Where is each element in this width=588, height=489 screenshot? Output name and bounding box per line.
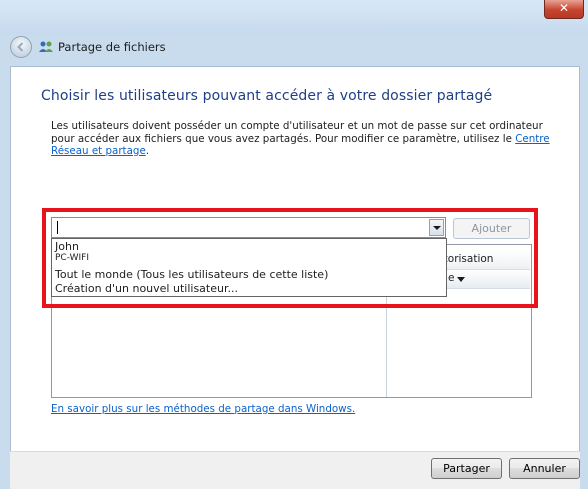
description-text: Les utilisateurs doivent posséder un com… <box>51 120 551 158</box>
back-arrow-icon <box>17 42 24 52</box>
close-button[interactable]: ✕ <box>544 0 584 19</box>
users-share-icon <box>39 41 53 52</box>
share-button[interactable]: Partager <box>431 458 502 479</box>
description-body: Les utilisateurs doivent posséder un com… <box>51 120 543 145</box>
file-sharing-window: ✕ Partage de fichiers Choisir les utilis… <box>0 0 588 489</box>
description-end: . <box>145 145 150 157</box>
back-button[interactable] <box>10 36 32 58</box>
cancel-button[interactable]: Annuler <box>509 458 580 479</box>
window-title: Partage de fichiers <box>58 40 166 54</box>
window-frame-edge <box>580 34 588 489</box>
sharing-methods-link[interactable]: En savoir plus sur les méthodes de parta… <box>51 403 355 415</box>
page-heading: Choisir les utilisateurs pouvant accéder… <box>41 88 493 104</box>
title-bar: ✕ <box>0 0 588 34</box>
highlight-box <box>42 208 538 308</box>
